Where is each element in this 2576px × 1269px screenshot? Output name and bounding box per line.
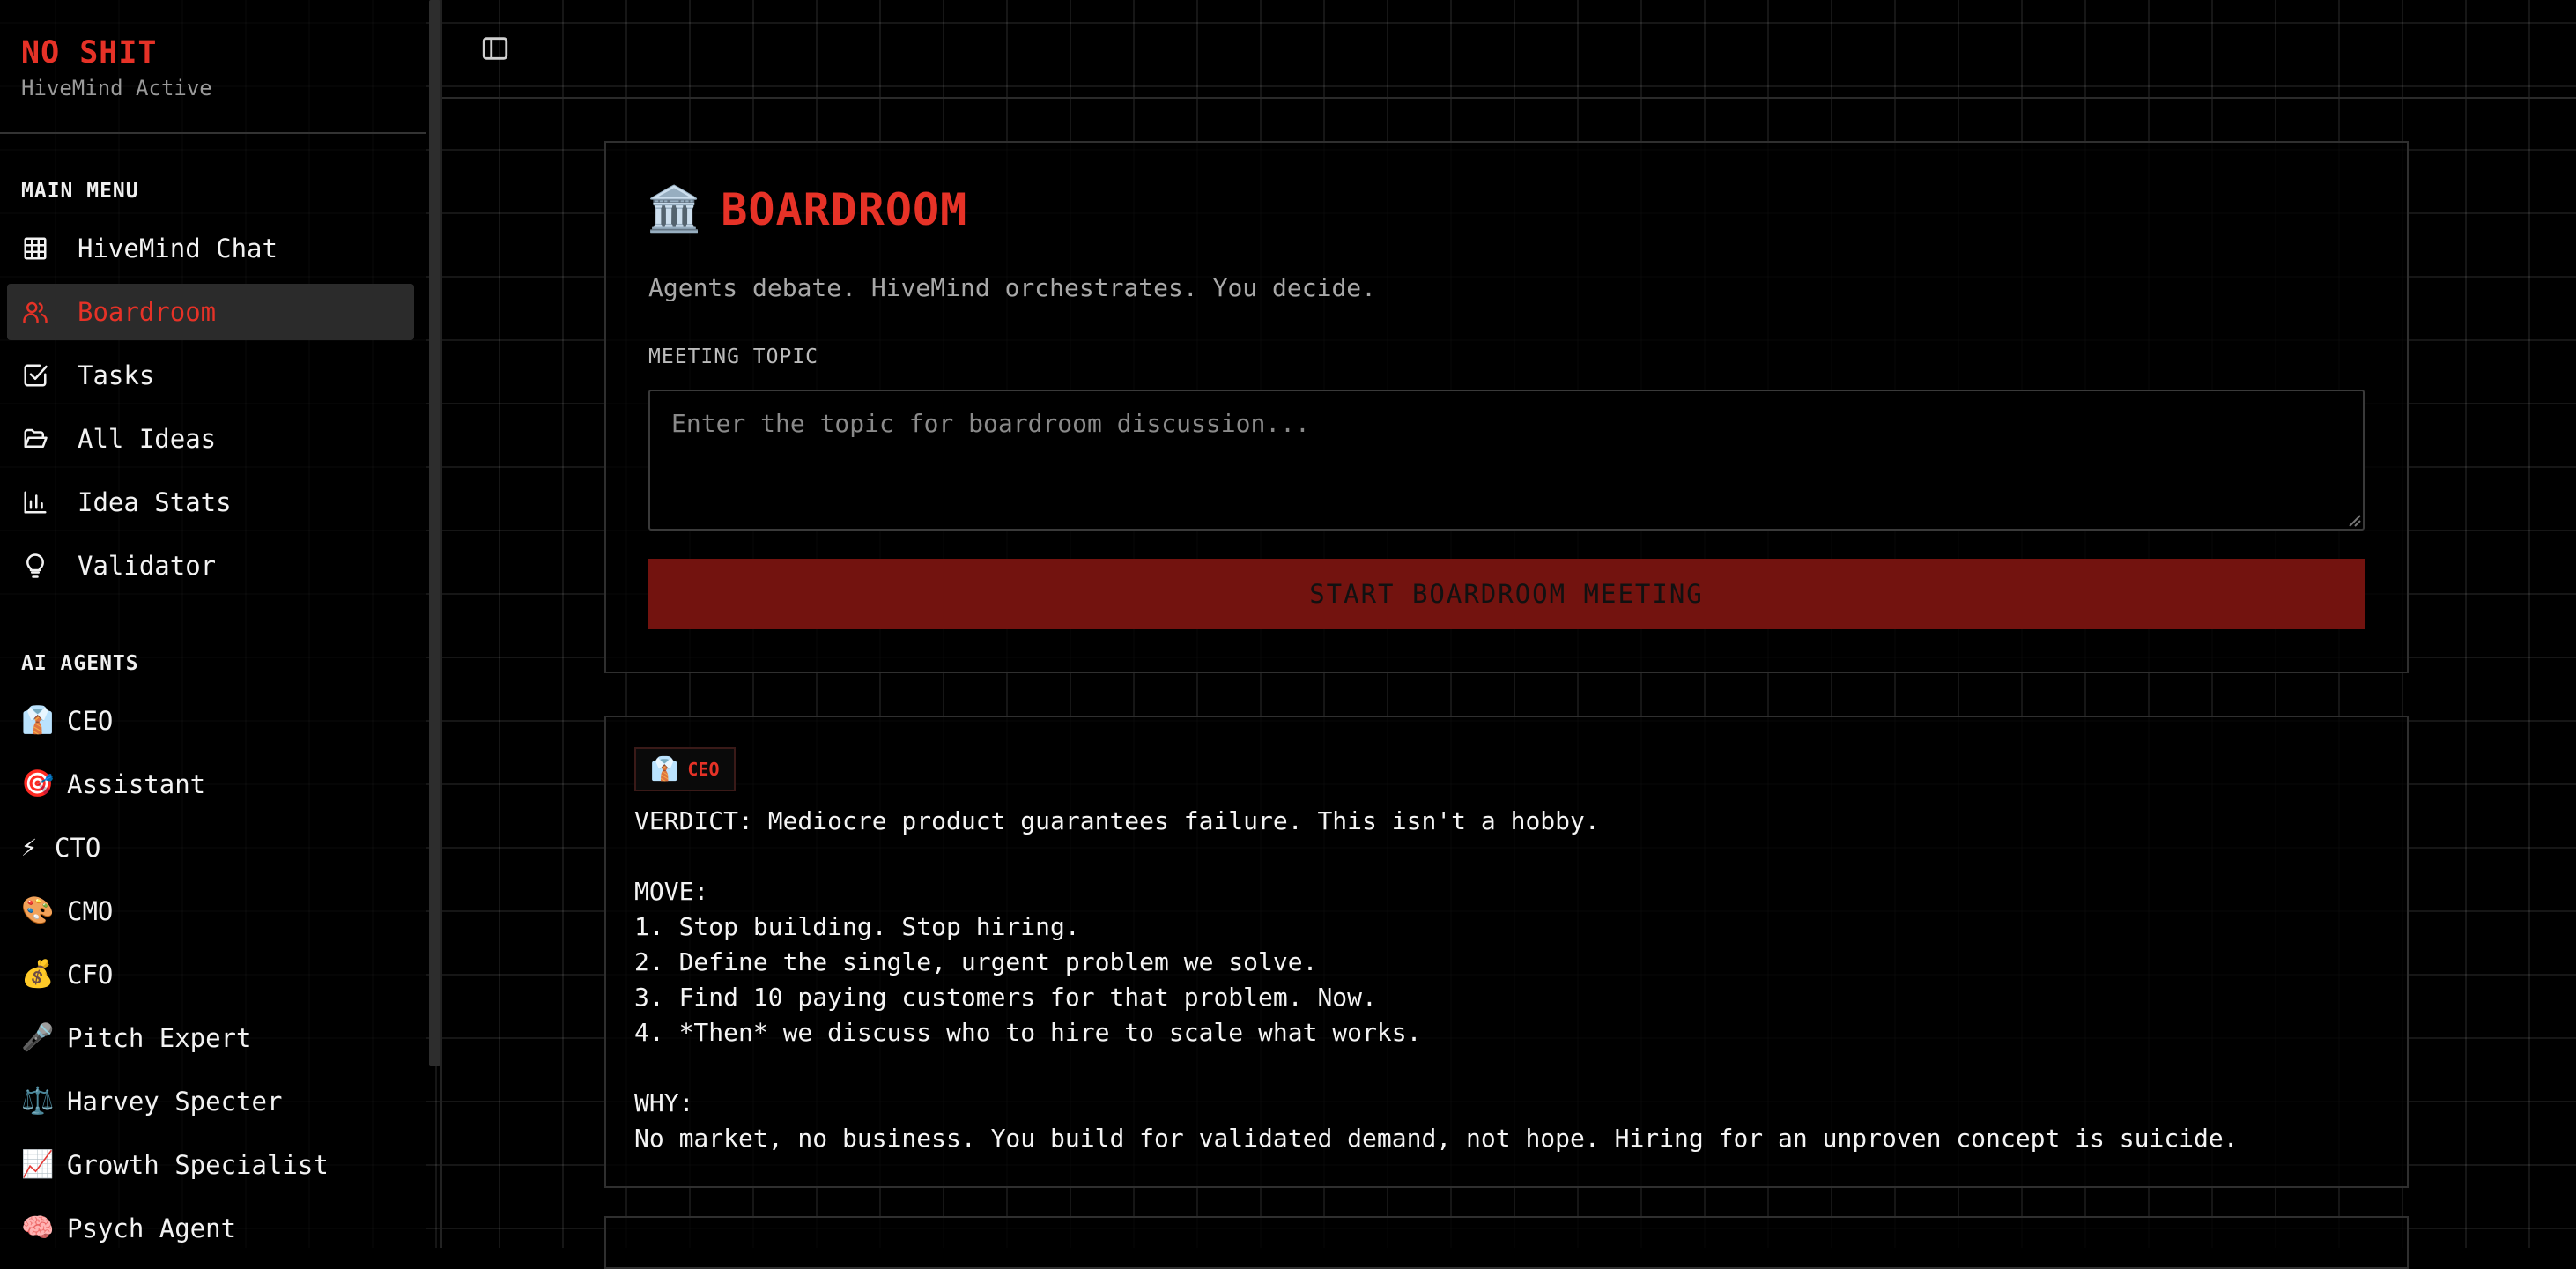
agent-label: CTO bbox=[55, 833, 101, 863]
target-icon: 🎯 bbox=[21, 768, 55, 799]
main-menu-label: MAIN MENU bbox=[21, 180, 139, 203]
sidebar-item-hivemind-chat[interactable]: HiveMind Chat bbox=[7, 220, 414, 277]
sidebar-item-label: Tasks bbox=[78, 360, 155, 390]
sidebar-toggle-button[interactable] bbox=[480, 33, 512, 65]
sidebar-item-label: Boardroom bbox=[78, 297, 217, 327]
agent-item-assistant[interactable]: 🎯 Assistant bbox=[7, 756, 414, 813]
bar-chart-icon bbox=[21, 488, 49, 516]
meeting-topic-label: MEETING TOPIC bbox=[648, 345, 819, 368]
brain-icon: 🧠 bbox=[21, 1213, 55, 1243]
palette-icon: 🎨 bbox=[21, 895, 55, 926]
agent-item-cto[interactable]: ⚡ CTO bbox=[7, 820, 414, 876]
agent-item-pitch-expert[interactable]: 🎤 Pitch Expert bbox=[7, 1010, 414, 1066]
grid-icon bbox=[21, 234, 49, 263]
agent-item-ceo[interactable]: 👔 CEO bbox=[7, 693, 414, 749]
sidebar-item-all-ideas[interactable]: All Ideas bbox=[7, 411, 414, 467]
agent-item-cmo[interactable]: 🎨 CMO bbox=[7, 883, 414, 939]
agent-item-growth-specialist[interactable]: 📈 Growth Specialist bbox=[7, 1137, 414, 1193]
checkbox-icon bbox=[21, 361, 49, 390]
sidebar-divider bbox=[440, 0, 442, 1248]
sidebar-item-boardroom[interactable]: Boardroom bbox=[7, 284, 414, 340]
ai-agents-label: AI AGENTS bbox=[21, 652, 139, 675]
brand-subtitle: HiveMind Active bbox=[21, 76, 212, 100]
agent-label: CMO bbox=[67, 896, 114, 926]
page-subtitle: Agents debate. HiveMind orchestrates. Yo… bbox=[648, 273, 1377, 302]
agent-label: Growth Specialist bbox=[67, 1150, 329, 1180]
lightning-icon: ⚡ bbox=[21, 832, 38, 863]
sidebar-item-idea-stats[interactable]: Idea Stats bbox=[7, 474, 414, 531]
agent-label: Harvey Specter bbox=[67, 1087, 283, 1117]
necktie-icon: 👔 bbox=[21, 705, 55, 736]
sidebar-item-label: Idea Stats bbox=[78, 487, 232, 517]
agent-item-harvey-specter[interactable]: ⚖️ Harvey Specter bbox=[7, 1073, 414, 1130]
sidebar-item-tasks[interactable]: Tasks bbox=[7, 347, 414, 404]
lightbulb-icon bbox=[21, 552, 49, 580]
sidebar-item-validator[interactable]: Validator bbox=[7, 538, 414, 594]
necktie-icon: 👔 bbox=[650, 756, 679, 783]
brand-title: NO SHIT bbox=[21, 35, 158, 70]
agent-item-psych-agent[interactable]: 🧠 Psych Agent bbox=[7, 1200, 414, 1257]
agent-label: Assistant bbox=[67, 769, 206, 799]
sidebar-item-label: HiveMind Chat bbox=[78, 234, 278, 263]
divider bbox=[0, 132, 426, 134]
brand: NO SHIT HiveMind Active bbox=[21, 33, 212, 100]
sidebar-item-label: All Ideas bbox=[78, 424, 217, 454]
agent-label: Psych Agent bbox=[67, 1213, 237, 1243]
agent-badge-label: CEO bbox=[687, 759, 720, 780]
users-icon bbox=[21, 298, 49, 326]
message-text: VERDICT: Mediocre product guarantees fai… bbox=[634, 806, 2239, 1153]
money-bag-icon: 💰 bbox=[21, 959, 55, 990]
classical-building-icon: 🏛️ bbox=[647, 183, 702, 234]
meeting-topic-input[interactable] bbox=[648, 390, 2365, 531]
agent-badge: 👔 CEO bbox=[634, 747, 736, 791]
agent-label: CEO bbox=[67, 706, 114, 736]
chart-increasing-icon: 📈 bbox=[21, 1149, 55, 1180]
sidebar-item-label: Validator bbox=[78, 551, 217, 581]
page-title-text: BOARDROOM bbox=[721, 183, 968, 235]
topbar-divider bbox=[442, 97, 2576, 99]
sidebar-scrollbar[interactable] bbox=[429, 0, 440, 1066]
agent-item-cfo[interactable]: 💰 CFO bbox=[7, 946, 414, 1003]
agent-label: CFO bbox=[67, 960, 114, 990]
sidebar: NO SHIT HiveMind Active MAIN MENU HiveMi… bbox=[0, 0, 426, 1248]
page-title: 🏛️ BOARDROOM bbox=[647, 183, 967, 235]
agent-label: Pitch Expert bbox=[67, 1023, 252, 1053]
folder-open-icon bbox=[21, 425, 49, 453]
start-meeting-button[interactable]: START BOARDROOM MEETING bbox=[648, 559, 2365, 629]
scales-icon: ⚖️ bbox=[21, 1086, 55, 1117]
panel-left-icon bbox=[482, 37, 508, 60]
message-card bbox=[604, 1216, 2409, 1269]
microphone-icon: 🎤 bbox=[21, 1022, 55, 1053]
resize-handle-icon[interactable] bbox=[2347, 513, 2361, 527]
